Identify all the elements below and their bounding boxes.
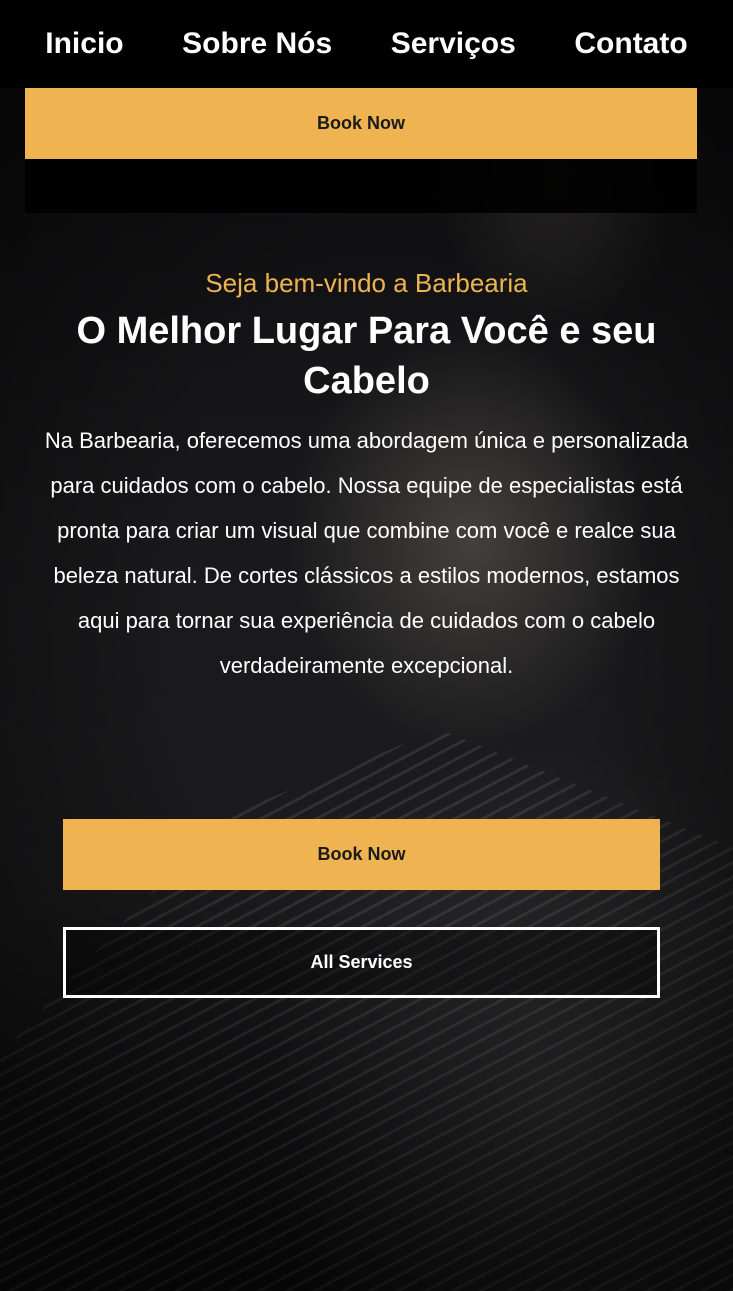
hero-description: Na Barbearia, oferecemos uma abordagem ú… [44,428,689,678]
book-now-button-nav[interactable]: Book Now [25,88,697,159]
page: Inicio Sobre Nós Serviços Contato Book N… [0,0,733,1291]
nav-link-inicio[interactable]: Inicio [45,27,123,61]
book-now-button[interactable]: Book Now [63,819,660,890]
nav-link-contato[interactable]: Contato [574,27,687,61]
all-services-button[interactable]: All Services [63,927,660,998]
nav-link-sobre-nos[interactable]: Sobre Nós [182,27,332,61]
hero-eyebrow: Seja bem-vindo a Barbearia [205,268,528,298]
nav-dropdown-panel: Book Now [25,88,697,213]
hero-headline: O Melhor Lugar Para Você e seu Cabelo [76,310,657,402]
nav-link-servicos[interactable]: Serviços [391,27,516,61]
hero-section: Seja bem-vindo a Barbearia O Melhor Luga… [40,262,693,688]
top-nav: Inicio Sobre Nós Serviços Contato [0,0,733,88]
